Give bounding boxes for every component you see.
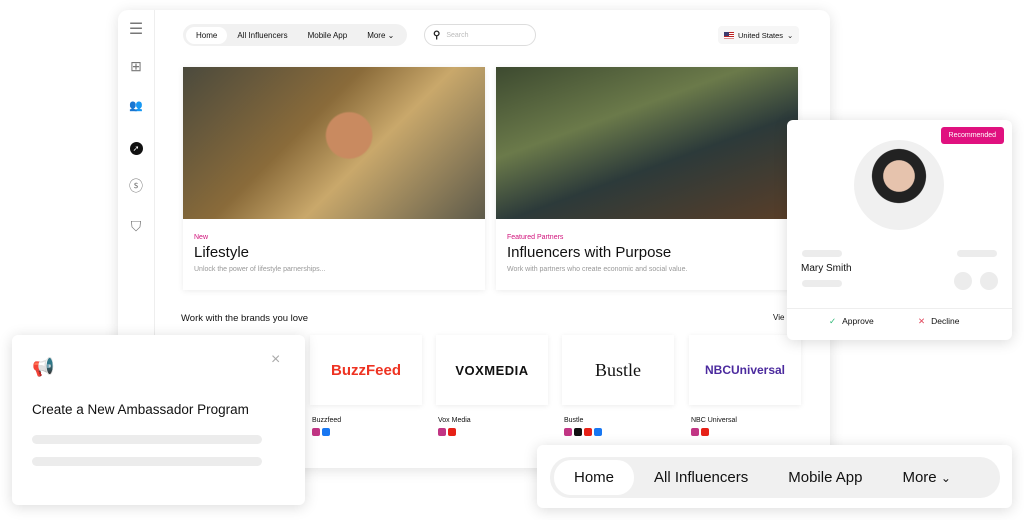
bottom-nav-mobile-app[interactable]: Mobile App <box>768 460 882 495</box>
skeleton-bar <box>957 250 997 257</box>
menu-icon[interactable]: ☰ <box>128 22 144 38</box>
skeleton-circle <box>954 272 972 290</box>
country-selector[interactable]: United States ⌄ <box>718 26 800 44</box>
search-placeholder: Search <box>446 31 469 39</box>
x-icon: ✕ <box>918 316 926 326</box>
card-tag: New <box>194 234 209 241</box>
brand-card-bustle[interactable]: Bustle Bustle <box>562 335 674 436</box>
shield-icon[interactable]: ⛉ <box>128 218 144 234</box>
brand-name: NBC Universal <box>691 417 737 424</box>
lightning-icon[interactable]: ⓢ <box>128 178 144 194</box>
card-subtitle: Unlock the power of lifestyle parnership… <box>194 266 326 273</box>
country-label: United States <box>738 30 784 40</box>
voxmedia-logo: VOXMEDIA <box>436 335 548 405</box>
influencer-profile-card: Recommended Mary Smith ✓ Approve ✕ Decline <box>787 120 1012 340</box>
dashboard-icon[interactable]: ⊞ <box>128 58 144 74</box>
facebook-icon[interactable] <box>322 428 330 436</box>
decline-label: Decline <box>931 316 960 326</box>
brand-card-voxmedia[interactable]: VOXMEDIA Vox Media <box>436 335 548 436</box>
buzzfeed-logo: BuzzFeed <box>310 335 422 405</box>
people-icon[interactable]: 👥 <box>128 98 144 114</box>
influencer-name: Mary Smith <box>801 263 852 274</box>
brand-name: Buzzfeed <box>312 417 342 424</box>
nbcuniversal-logo: NBCUniversal <box>689 335 801 405</box>
us-flag-icon <box>724 31 734 39</box>
check-icon: ✓ <box>829 316 837 326</box>
skeleton-bar <box>32 435 262 444</box>
popup-title: Create a New Ambassador Program <box>32 402 249 417</box>
youtube-icon[interactable] <box>448 428 456 436</box>
nav-all-influencers[interactable]: All Influencers <box>227 27 297 44</box>
compass-icon[interactable]: ➚ <box>128 138 144 155</box>
search-input[interactable]: ⚲ Search <box>424 24 536 46</box>
purpose-card[interactable]: Featured Partners Influencers with Purpo… <box>496 67 798 290</box>
instagram-icon[interactable] <box>312 428 320 436</box>
approve-label: Approve <box>842 316 874 326</box>
brand-name: Bustle <box>564 417 584 424</box>
facebook-icon[interactable] <box>594 428 602 436</box>
avatar <box>854 140 944 230</box>
bottom-nav-more[interactable]: More ⌄ <box>882 460 970 495</box>
instagram-icon[interactable] <box>564 428 572 436</box>
brand-name: Vox Media <box>438 417 471 424</box>
skeleton-circle <box>980 272 998 290</box>
megaphone-icon: 📢 <box>32 357 55 377</box>
bottom-nav-more-label: More <box>902 469 937 486</box>
close-icon[interactable]: × <box>271 351 280 369</box>
youtube-icon[interactable] <box>701 428 709 436</box>
nav-more-label: More <box>367 30 386 40</box>
chevron-down-icon: ⌄ <box>940 471 951 485</box>
bottom-nav-all-influencers[interactable]: All Influencers <box>634 460 768 495</box>
logo-text: BuzzFeed <box>330 361 401 379</box>
brands-heading: Work with the brands you love <box>181 313 309 324</box>
skeleton-bar <box>32 457 262 466</box>
bottom-nav-card: Home All Influencers Mobile App More ⌄ <box>537 445 1012 508</box>
card-tag: Featured Partners <box>507 234 564 241</box>
view-all-link[interactable]: Vie <box>773 313 784 322</box>
brand-card-nbcuniversal[interactable]: NBCUniversal NBC Universal <box>689 335 801 436</box>
youtube-icon[interactable] <box>584 428 592 436</box>
brand-card-buzzfeed[interactable]: BuzzFeed Buzzfeed <box>310 335 422 436</box>
bottom-nav: Home All Influencers Mobile App More ⌄ <box>550 457 1000 498</box>
skeleton-bar <box>802 250 842 257</box>
skeleton-bar <box>802 280 842 287</box>
card-title: Influencers with Purpose <box>507 244 672 261</box>
bottom-nav-home[interactable]: Home <box>554 460 635 495</box>
chevron-down-icon: ⌄ <box>787 30 794 40</box>
nav-home[interactable]: Home <box>186 26 228 44</box>
lifestyle-card[interactable]: New Lifestyle Unlock the power of lifest… <box>183 67 485 290</box>
chevron-down-icon: ⌄ <box>387 30 395 40</box>
card-subtitle: Work with partners who create economic a… <box>507 266 688 273</box>
instagram-icon[interactable] <box>438 428 446 436</box>
logo-text: Bustle <box>594 359 641 380</box>
nav-more[interactable]: More ⌄ <box>357 27 404 44</box>
runner-image <box>183 67 485 219</box>
search-icon: ⚲ <box>433 29 441 41</box>
planting-image <box>496 67 798 219</box>
approve-button[interactable]: ✓ Approve <box>829 316 874 327</box>
decline-button[interactable]: ✕ Decline <box>918 316 959 327</box>
bustle-logo: Bustle <box>562 335 674 405</box>
logo-text: NBCUniversal <box>704 363 786 377</box>
create-program-popup: 📢 × Create a New Ambassador Program <box>12 335 305 505</box>
instagram-icon[interactable] <box>691 428 699 436</box>
top-nav: Home All Influencers Mobile App More ⌄ <box>183 24 408 46</box>
card-title: Lifestyle <box>194 244 250 261</box>
tiktok-icon[interactable] <box>574 428 582 436</box>
nav-mobile-app[interactable]: Mobile App <box>298 27 358 44</box>
recommended-badge: Recommended <box>940 127 1004 144</box>
logo-text: VOXMEDIA <box>455 362 529 378</box>
